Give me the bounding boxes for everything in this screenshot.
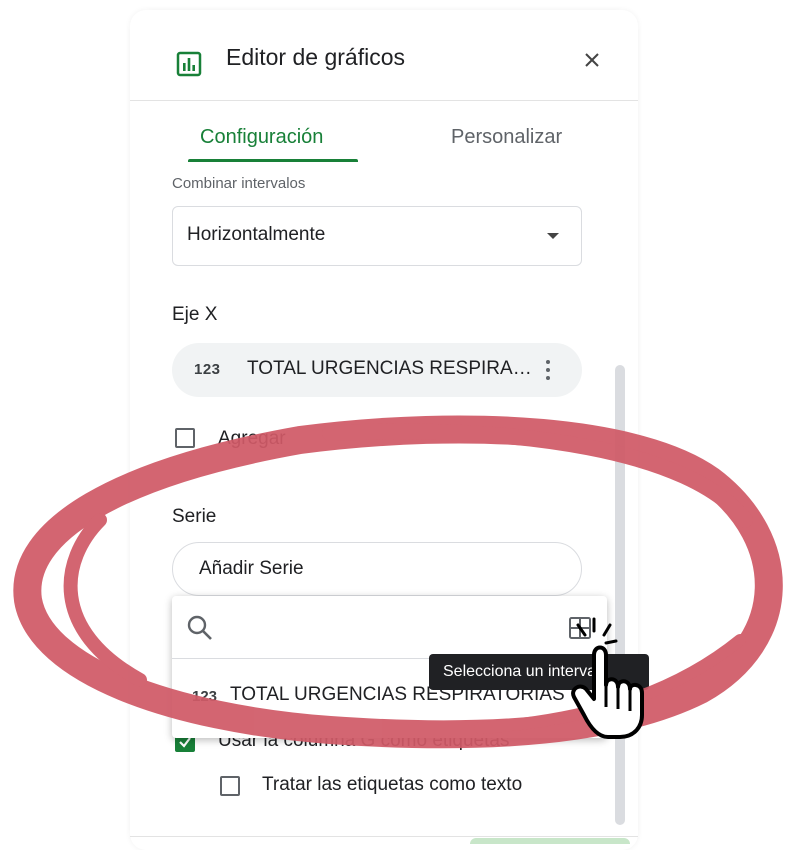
panel-scrollbar[interactable] (615, 365, 625, 825)
x-axis-add-checkbox[interactable] (175, 428, 195, 448)
editor-header: Editor de gráficos (130, 10, 638, 101)
treat-labels-text-label: Tratar las etiquetas como texto (262, 774, 523, 795)
editor-title: Editor de gráficos (226, 44, 405, 70)
series-label: Serie (172, 506, 217, 527)
chart-editor-panel: Editor de gráficos Configuración Persona… (130, 10, 638, 850)
active-tab-indicator (188, 159, 358, 162)
close-icon[interactable] (578, 46, 606, 74)
x-axis-chip[interactable]: 123 TOTAL URGENCIAS RESPIRA… (172, 343, 582, 397)
combine-ranges-value: Horizontalmente (187, 224, 326, 245)
x-axis-label: Eje X (172, 304, 218, 325)
x-axis-chip-text: TOTAL URGENCIAS RESPIRA… (247, 358, 532, 379)
combine-ranges-label: Combinar intervalos (172, 175, 306, 192)
more-vert-icon[interactable] (540, 356, 556, 384)
x-axis-add-label: Agregar (218, 428, 286, 449)
add-series-placeholder: Añadir Serie (199, 558, 304, 579)
footer-button-edge (470, 838, 630, 844)
tab-configuracion[interactable]: Configuración (200, 126, 323, 149)
number-type-icon: 123 (192, 688, 218, 705)
combine-ranges-select[interactable]: Horizontalmente (172, 206, 582, 266)
hand-cursor-icon (571, 617, 644, 739)
bar-chart-icon (176, 51, 202, 77)
treat-labels-text-checkbox[interactable] (220, 776, 240, 796)
chevron-down-icon (547, 233, 559, 239)
tab-personalizar[interactable]: Personalizar (451, 126, 562, 149)
series-search-row (172, 596, 607, 659)
add-series-input[interactable]: Añadir Serie (172, 542, 582, 596)
search-icon[interactable] (186, 614, 214, 642)
number-type-icon: 123 (194, 361, 221, 378)
